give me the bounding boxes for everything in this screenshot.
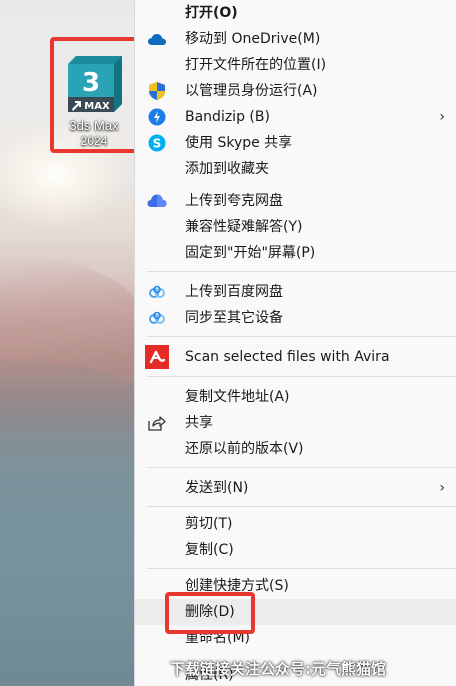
watermark-text: 下载链接关注公众号:元气熊猫馆: [170, 660, 387, 678]
skype-icon: S: [147, 133, 167, 153]
bandizip-icon: [147, 107, 167, 127]
menu-item-label: 同步至其它设备: [185, 310, 283, 326]
highlight-box-delete: [165, 592, 255, 634]
onedrive-cloud-icon: [147, 29, 167, 49]
menu-item-label: 剪切(T): [185, 516, 233, 532]
menu-item-label: 上传到夸克网盘: [185, 193, 283, 209]
menu-item-share-with-skype[interactable]: S 使用 Skype 共享: [135, 130, 456, 156]
menu-item-label: 固定到"开始"屏幕(P): [185, 245, 316, 261]
menu-separator: [147, 376, 456, 377]
menu-item-label: 复制(C): [185, 542, 234, 558]
menu-item-copy-file-path[interactable]: 复制文件地址(A): [135, 384, 456, 410]
wallpaper-dune: [0, 255, 140, 375]
menu-item-label: 移动到 OneDrive(M): [185, 31, 321, 47]
menu-separator: [147, 568, 456, 569]
menu-item-compatibility-troubleshoot[interactable]: 兼容性疑难解答(Y): [135, 214, 456, 240]
menu-item-label: 打开(O): [185, 5, 238, 21]
uac-shield-icon: [147, 81, 167, 101]
submenu-chevron-icon: ›: [439, 109, 445, 125]
menu-item-label: 兼容性疑难解答(Y): [185, 219, 303, 235]
menu-item-label: 复制文件地址(A): [185, 389, 290, 405]
menu-item-label: Scan selected files with Avira: [185, 349, 390, 365]
menu-item-pin-to-start[interactable]: 固定到"开始"屏幕(P): [135, 240, 456, 266]
menu-item-label: 发送到(N): [185, 480, 249, 496]
menu-item-share[interactable]: 共享: [135, 410, 456, 436]
menu-item-label: 添加到收藏夹: [185, 161, 269, 177]
svg-text:S: S: [153, 137, 162, 151]
menu-separator: [147, 336, 456, 337]
menu-item-bandizip[interactable]: Bandizip (B) ›: [135, 104, 456, 130]
submenu-chevron-icon: ›: [439, 480, 445, 496]
menu-item-move-to-onedrive[interactable]: 移动到 OneDrive(M): [135, 26, 456, 52]
menu-item-send-to[interactable]: 发送到(N) ›: [135, 475, 456, 501]
menu-item-label: 使用 Skype 共享: [185, 135, 293, 151]
menu-item-label: 共享: [185, 415, 213, 431]
menu-item-label: 以管理员身份运行(A): [185, 83, 318, 99]
menu-separator: [147, 271, 456, 272]
menu-item-upload-baidu[interactable]: 上传到百度网盘: [135, 279, 456, 305]
menu-item-cut[interactable]: 剪切(T): [135, 511, 456, 537]
menu-separator: [147, 467, 456, 468]
menu-item-sync-devices[interactable]: 同步至其它设备: [135, 305, 456, 331]
menu-separator: [147, 506, 456, 507]
baidu-cloud-icon: [147, 308, 167, 328]
baidu-cloud-icon: [147, 282, 167, 302]
menu-item-label: Bandizip (B): [185, 109, 270, 125]
context-menu: 打开(O) 移动到 OneDrive(M) 打开文件所在的位置(I) 以管理员身…: [134, 0, 456, 686]
menu-item-run-as-admin[interactable]: 以管理员身份运行(A): [135, 78, 456, 104]
menu-item-scan-avira[interactable]: Scan selected files with Avira: [135, 344, 456, 370]
menu-item-restore-previous-versions[interactable]: 还原以前的版本(V): [135, 436, 456, 462]
menu-item-label: 打开文件所在的位置(I): [185, 57, 327, 73]
highlight-box-icon: [50, 37, 138, 153]
quark-cloud-icon: [147, 191, 167, 211]
menu-item-copy[interactable]: 复制(C): [135, 537, 456, 563]
menu-item-open-file-location[interactable]: 打开文件所在的位置(I): [135, 52, 456, 78]
menu-item-add-to-favorites[interactable]: 添加到收藏夹: [135, 156, 456, 182]
share-icon: [147, 413, 167, 433]
menu-item-label: 还原以前的版本(V): [185, 441, 304, 457]
avira-icon: [145, 345, 169, 369]
wallpaper-water: [0, 430, 140, 686]
menu-item-open[interactable]: 打开(O): [135, 0, 456, 26]
menu-item-label: 上传到百度网盘: [185, 284, 283, 300]
menu-item-upload-quark[interactable]: 上传到夸克网盘: [135, 188, 456, 214]
